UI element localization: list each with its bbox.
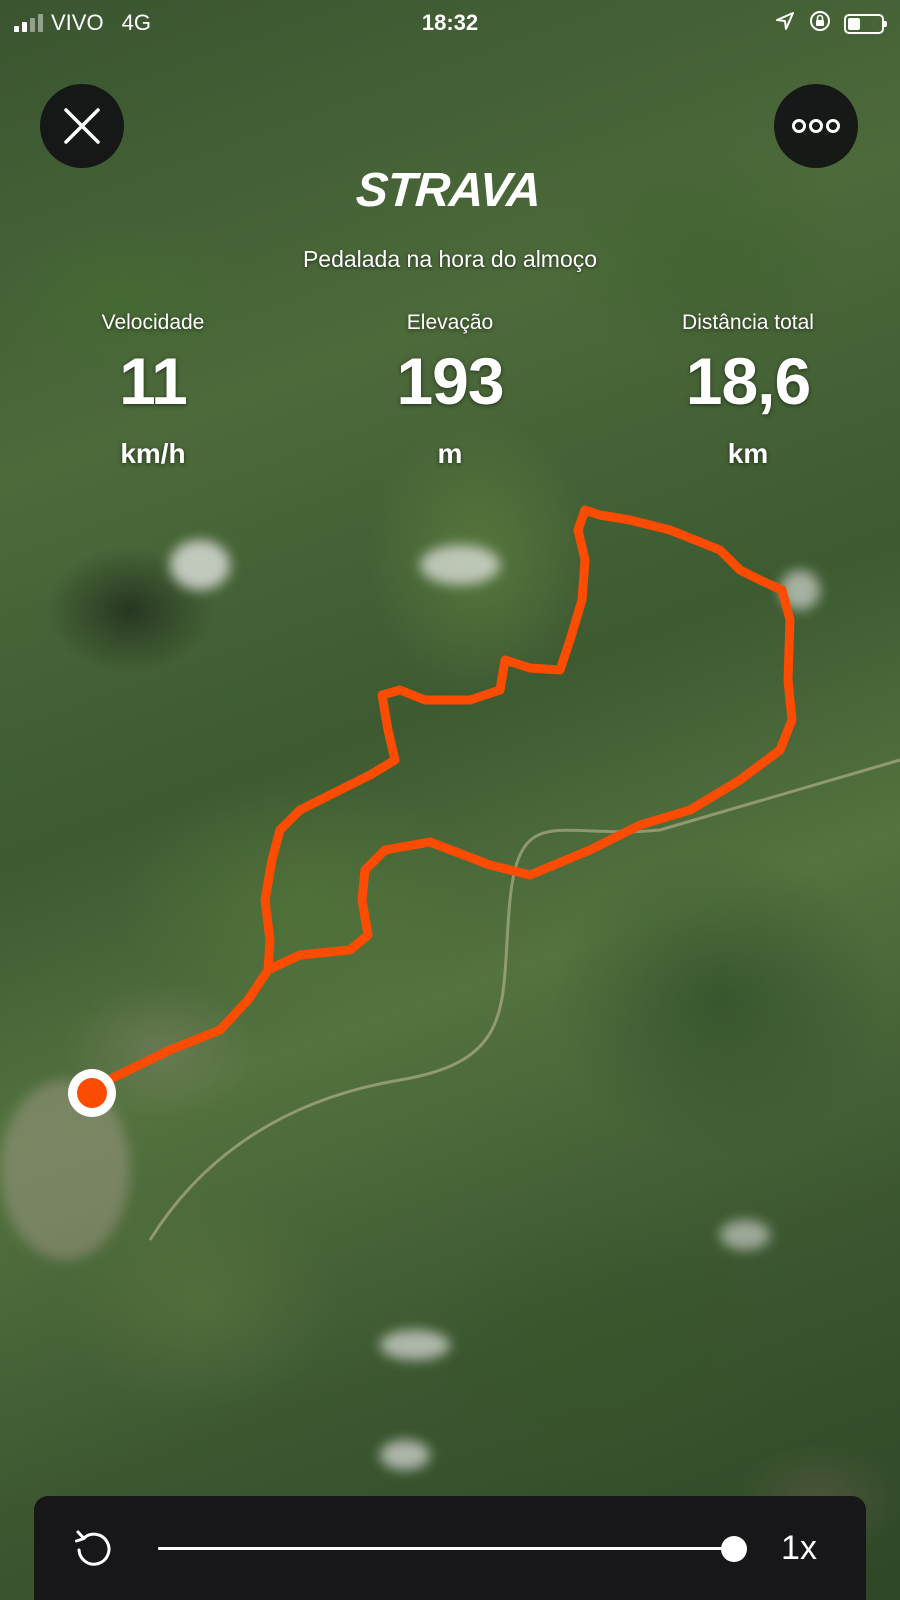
more-options-button[interactable] xyxy=(774,84,858,168)
playback-speed-button[interactable]: 1x xyxy=(764,1524,834,1572)
replay-button[interactable] xyxy=(70,1524,118,1572)
playback-scrubber-thumb[interactable] xyxy=(721,1536,747,1562)
stat-speed: Velocidade 11 km/h xyxy=(23,308,283,470)
status-time: 18:32 xyxy=(421,10,479,35)
stat-elevation-label: Elevação xyxy=(406,311,494,334)
stat-speed-label: Velocidade xyxy=(101,311,205,334)
status-icons xyxy=(774,9,887,39)
stat-speed-value: 11 xyxy=(119,344,188,418)
playback-progress-fill xyxy=(158,1547,734,1550)
rotation-lock-icon xyxy=(808,9,832,39)
start-marker xyxy=(77,1078,107,1108)
battery-icon xyxy=(844,14,887,34)
stat-distance-value: 18,6 xyxy=(685,344,811,418)
close-button[interactable] xyxy=(40,84,124,168)
stat-speed-unit: km/h xyxy=(120,438,186,469)
satellite-map[interactable] xyxy=(0,0,900,1600)
close-icon xyxy=(64,108,100,144)
map-road xyxy=(148,758,900,1241)
stat-elevation-value: 193 xyxy=(396,344,504,418)
playback-bar: 1x xyxy=(34,1496,866,1600)
activity-title: Pedalada na hora do almoço xyxy=(302,246,598,272)
playback-progress-track[interactable] xyxy=(158,1536,747,1562)
stat-distance-unit: km xyxy=(727,438,769,469)
replay-icon xyxy=(75,1530,111,1566)
route-overlay xyxy=(68,505,900,1241)
strava-logo: STRAVA xyxy=(0,164,900,217)
stat-elevation-unit: m xyxy=(437,438,463,469)
status-bar: VIVO 4G 18:32 xyxy=(0,0,900,46)
stat-elevation: Elevação 193 m xyxy=(320,308,580,470)
location-arrow-icon xyxy=(774,10,796,38)
stat-distance: Distância total 18,6 km xyxy=(618,308,878,470)
more-dots-icon xyxy=(792,119,840,133)
stat-distance-label: Distância total xyxy=(682,311,814,334)
route-line xyxy=(87,505,797,1093)
strava-logo-text: STRAVA xyxy=(354,166,542,210)
